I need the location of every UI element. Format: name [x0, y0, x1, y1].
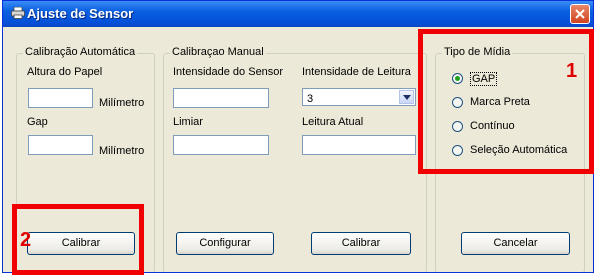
read-intensity-label: Intensidade de Leitura	[302, 66, 411, 78]
configure-button[interactable]: Configurar	[176, 232, 274, 255]
gap-input[interactable]	[28, 135, 93, 155]
paper-height-unit: Milímetro	[99, 97, 145, 109]
cancel-button[interactable]: Cancelar	[461, 232, 570, 255]
title-bar: Ajuste de Sensor	[3, 1, 593, 27]
window-title: Ajuste de Sensor	[27, 6, 134, 21]
sensor-intensity-label: Intensidade do Sensor	[173, 66, 284, 78]
current-read-label: Leitura Atual	[302, 116, 364, 128]
threshold-input[interactable]	[173, 135, 269, 155]
gap-unit: Milímetro	[99, 145, 145, 157]
close-button[interactable]	[570, 4, 590, 24]
annotation-number-2: 2	[20, 229, 32, 251]
current-read-input	[302, 135, 416, 155]
auto-calibration-legend: Calibração Automática	[23, 46, 138, 58]
read-intensity-value: 3	[307, 93, 314, 105]
manual-calibration-legend: Calibraçao Manual	[170, 46, 266, 58]
chevron-down-icon	[403, 95, 411, 100]
annotation-number-1: 1	[566, 60, 578, 82]
dropdown-arrow[interactable]	[399, 90, 414, 104]
highlight-box-media-type	[418, 29, 594, 174]
gap-label: Gap	[27, 116, 48, 128]
printer-icon	[11, 7, 25, 19]
paper-height-label: Altura do Papel	[27, 66, 103, 78]
sensor-intensity-input[interactable]	[173, 88, 269, 108]
highlight-box-auto-calibrate	[12, 204, 144, 275]
read-intensity-select[interactable]: 3	[302, 88, 416, 106]
threshold-label: Limiar	[173, 116, 203, 128]
manual-calibrate-button[interactable]: Calibrar	[311, 232, 411, 255]
paper-height-input[interactable]	[28, 88, 93, 108]
close-icon	[575, 9, 585, 19]
